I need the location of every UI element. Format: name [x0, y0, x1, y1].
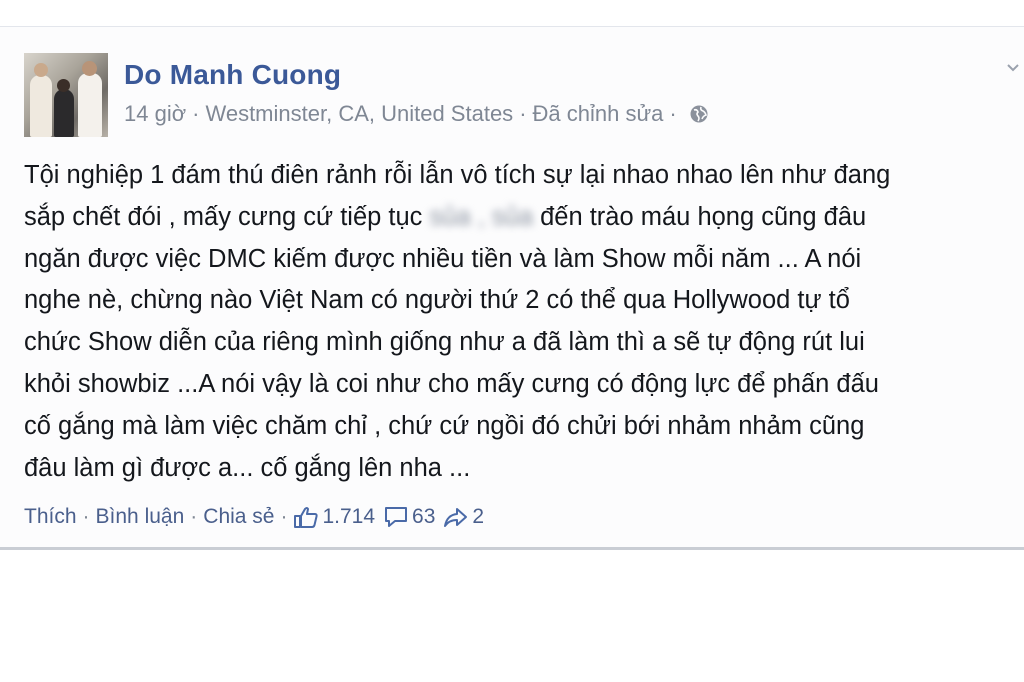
post-location[interactable]: Westminster, CA, United States [205, 101, 513, 127]
shares-count[interactable]: 2 [472, 505, 484, 529]
post-time[interactable]: 14 giờ [124, 101, 186, 127]
post-actions: Thích · Bình luận · Chia sẻ · 1.714 63 2 [24, 505, 492, 529]
comments-count[interactable]: 63 [412, 505, 435, 529]
meta-separator: · [669, 101, 677, 126]
comment-button[interactable]: Bình luận [96, 505, 185, 529]
share-button[interactable]: Chia sẻ [203, 505, 274, 529]
post-line: ngăn được việc DMC kiếm được nhiều tiền … [24, 244, 862, 273]
action-separator: · [190, 505, 198, 528]
post-meta: 14 giờ · Westminster, CA, United States … [124, 101, 709, 127]
avatar[interactable] [24, 53, 108, 137]
author-name[interactable]: Do Manh Cuong [124, 59, 341, 91]
comment-bubble-icon[interactable] [383, 506, 409, 528]
thumbs-up-icon[interactable] [293, 506, 319, 528]
action-separator: · [82, 505, 90, 528]
chevron-down-icon[interactable] [1006, 61, 1020, 75]
share-arrow-icon[interactable] [443, 506, 469, 528]
globe-icon[interactable] [689, 104, 709, 124]
post-body: Tội nghiệp 1 đám thú điên rảnh rỗi lẫn v… [24, 155, 1014, 489]
post-line: Tội nghiệp 1 đám thú điên rảnh rỗi lẫn v… [24, 161, 891, 189]
post-line: chức Show diễn của riêng mình giống như … [24, 328, 865, 357]
action-separator: · [280, 505, 288, 528]
meta-separator: · [192, 101, 200, 126]
censored-text: sủa , sủa [429, 202, 533, 231]
likes-count[interactable]: 1.714 [322, 505, 375, 529]
post-line: khỏi showbiz ...A nói vậy là coi như cho… [24, 369, 879, 398]
post-line: đâu làm gì được a... cố gắng lên nha ... [24, 453, 471, 482]
edited-label[interactable]: Đã chỉnh sửa [533, 101, 664, 127]
like-button[interactable]: Thích [24, 505, 77, 529]
post-line: nghe nè, chừng nào Việt Nam có người thứ… [24, 286, 850, 315]
meta-separator: · [519, 101, 527, 126]
post-card: Do Manh Cuong 14 giờ · Westminster, CA, … [0, 26, 1024, 550]
post-line: cố gắng mà làm việc chăm chỉ , chứ cứ ng… [24, 411, 865, 440]
post-line: sắp chết đói , mấy cưng cứ tiếp tục sủa … [24, 202, 867, 231]
